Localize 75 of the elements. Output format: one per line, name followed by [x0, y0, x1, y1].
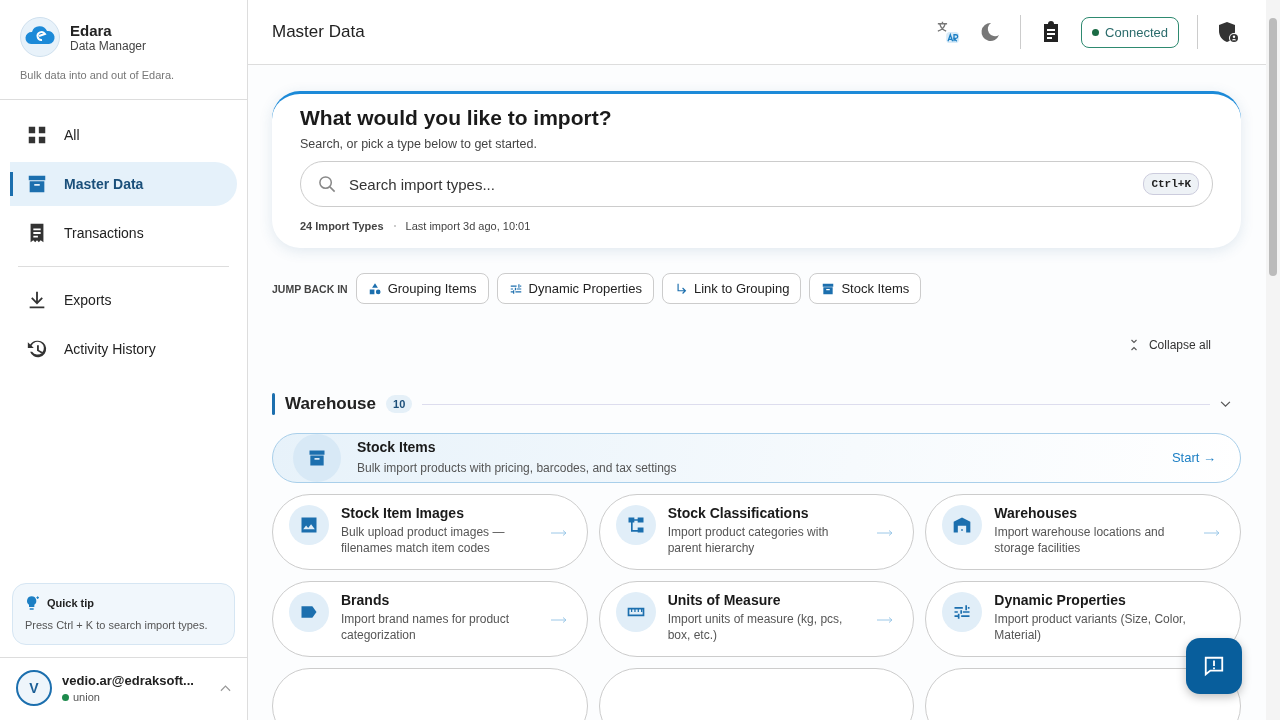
archive-icon: [307, 448, 327, 468]
cloud-logo-icon: [20, 17, 60, 57]
last-import-text: Last import 3d ago, 10:01: [405, 220, 531, 232]
nav-item[interactable]: Activity History: [10, 327, 237, 371]
shapes-icon: [367, 281, 382, 296]
nav-item[interactable]: Master Data: [10, 162, 237, 206]
tip-text: Press Ctrl + K to search import types.: [25, 617, 209, 633]
arrow-right-icon: [877, 617, 894, 623]
card-title: Stock Items: [357, 439, 437, 456]
collapse-all-button[interactable]: Collapse all: [1122, 337, 1217, 353]
recent-import-chip[interactable]: Grouping Items: [355, 273, 489, 304]
recent-import-chip[interactable]: Dynamic Properties: [496, 273, 654, 304]
card-title: Dynamic Properties: [994, 592, 1127, 608]
tip-title: Quick tip: [47, 596, 95, 609]
chevron-icon[interactable]: [1220, 400, 1231, 408]
card-description: Import warehouse locations and storage facilities: [994, 524, 1166, 557]
scrollbar[interactable]: [1266, 0, 1280, 720]
arrow-right-icon: [1204, 530, 1220, 536]
warehouse-icon: [952, 515, 973, 535]
collapse-icon: [1128, 339, 1139, 351]
import-type-card[interactable]: Units of Measure Import units of measure (kg, pcs, box, etc.): [598, 581, 915, 657]
card-description: Import brand names for product categorization: [341, 611, 511, 644]
lightbulb-icon: [25, 594, 41, 611]
card-title: Warehouses: [994, 505, 1079, 521]
card-title: Units of Measure: [667, 592, 782, 608]
hero-title: What would you like to import?: [300, 106, 613, 130]
start-link[interactable]: Start →: [1171, 450, 1216, 465]
card-description: Bulk import products with pricing, barcodes, and tax settings: [357, 460, 678, 477]
import-type-card[interactable]: Brands Import brand names for product categorization: [272, 581, 588, 657]
feedback-button[interactable]: [1186, 638, 1242, 694]
app-tagline: Bulk data into and out of Edara.: [20, 69, 176, 81]
tune-icon: [508, 281, 523, 296]
import-type-card[interactable]: Stock Item Images Bulk upload product images — filenames match item codes: [272, 494, 588, 570]
recent-import-chip[interactable]: Stock Items: [809, 273, 922, 304]
card-title: Stock Item Images: [341, 505, 465, 521]
image-icon: [299, 515, 319, 535]
import-type-count: 24 Import Types: [300, 220, 384, 232]
card-description: Import product categories with parent hierarchy: [667, 524, 830, 557]
hero-subtitle: Search, or pick a type below to get started.: [300, 137, 538, 151]
import-type-card[interactable]: Warehouses Import warehouse locations and storage facilities: [925, 494, 1241, 570]
jump-back-label: JUMP BACK IN: [272, 282, 348, 295]
archive-icon: [821, 281, 836, 296]
feedback-icon: [1203, 655, 1225, 677]
user-email: vedio.ar@edraksoft...: [62, 673, 195, 688]
app-subtitle: Data Manager: [70, 38, 147, 53]
grid-icon: [26, 124, 48, 146]
section-title: Warehouse: [285, 394, 376, 414]
archive-icon: [26, 173, 48, 195]
card-title: Brands: [341, 592, 391, 608]
shield-user-icon[interactable]: [1216, 20, 1240, 44]
recent-import-chip[interactable]: Link to Grouping: [661, 273, 802, 304]
card-description: Bulk upload product images — filenames match item codes: [341, 524, 506, 557]
connection-status: Connected: [1081, 16, 1179, 48]
card-title: Stock Classifications: [667, 505, 810, 521]
keyboard-shortcut: Ctrl+K: [1143, 173, 1199, 195]
card-description: Import product variants (Size, Color, Material): [994, 611, 1187, 644]
section-count: 10: [386, 395, 413, 413]
history-icon: [26, 338, 48, 360]
card-description: Import units of measure (kg, pcs, box, etc.): [667, 611, 844, 644]
organization-name: union: [73, 691, 100, 703]
search-icon: [318, 175, 337, 194]
app-name: Edara: [70, 21, 113, 39]
arrow-right-icon: [877, 530, 894, 536]
import-type-card[interactable]: Stock Classifications Import product categories with parent hierarchy: [598, 494, 915, 570]
page-title: Master Data: [272, 22, 365, 42]
user-avatar: V: [16, 670, 52, 706]
arrow-right-icon: [550, 617, 567, 623]
nav-item[interactable]: All: [10, 113, 237, 157]
nav-item[interactable]: Transactions: [10, 211, 237, 255]
tune-icon: [952, 602, 973, 622]
featured-import-card[interactable]: Stock Items Bulk import products with pricing, barcodes, and tax settings Start →: [272, 433, 1241, 483]
nav-item[interactable]: Exports: [10, 278, 237, 322]
translate-icon[interactable]: [936, 20, 961, 44]
import-type-card[interactable]: Dynamic Properties Import product variants (Size, Color, Material): [925, 581, 1241, 657]
arrow-right-icon: [550, 530, 567, 536]
